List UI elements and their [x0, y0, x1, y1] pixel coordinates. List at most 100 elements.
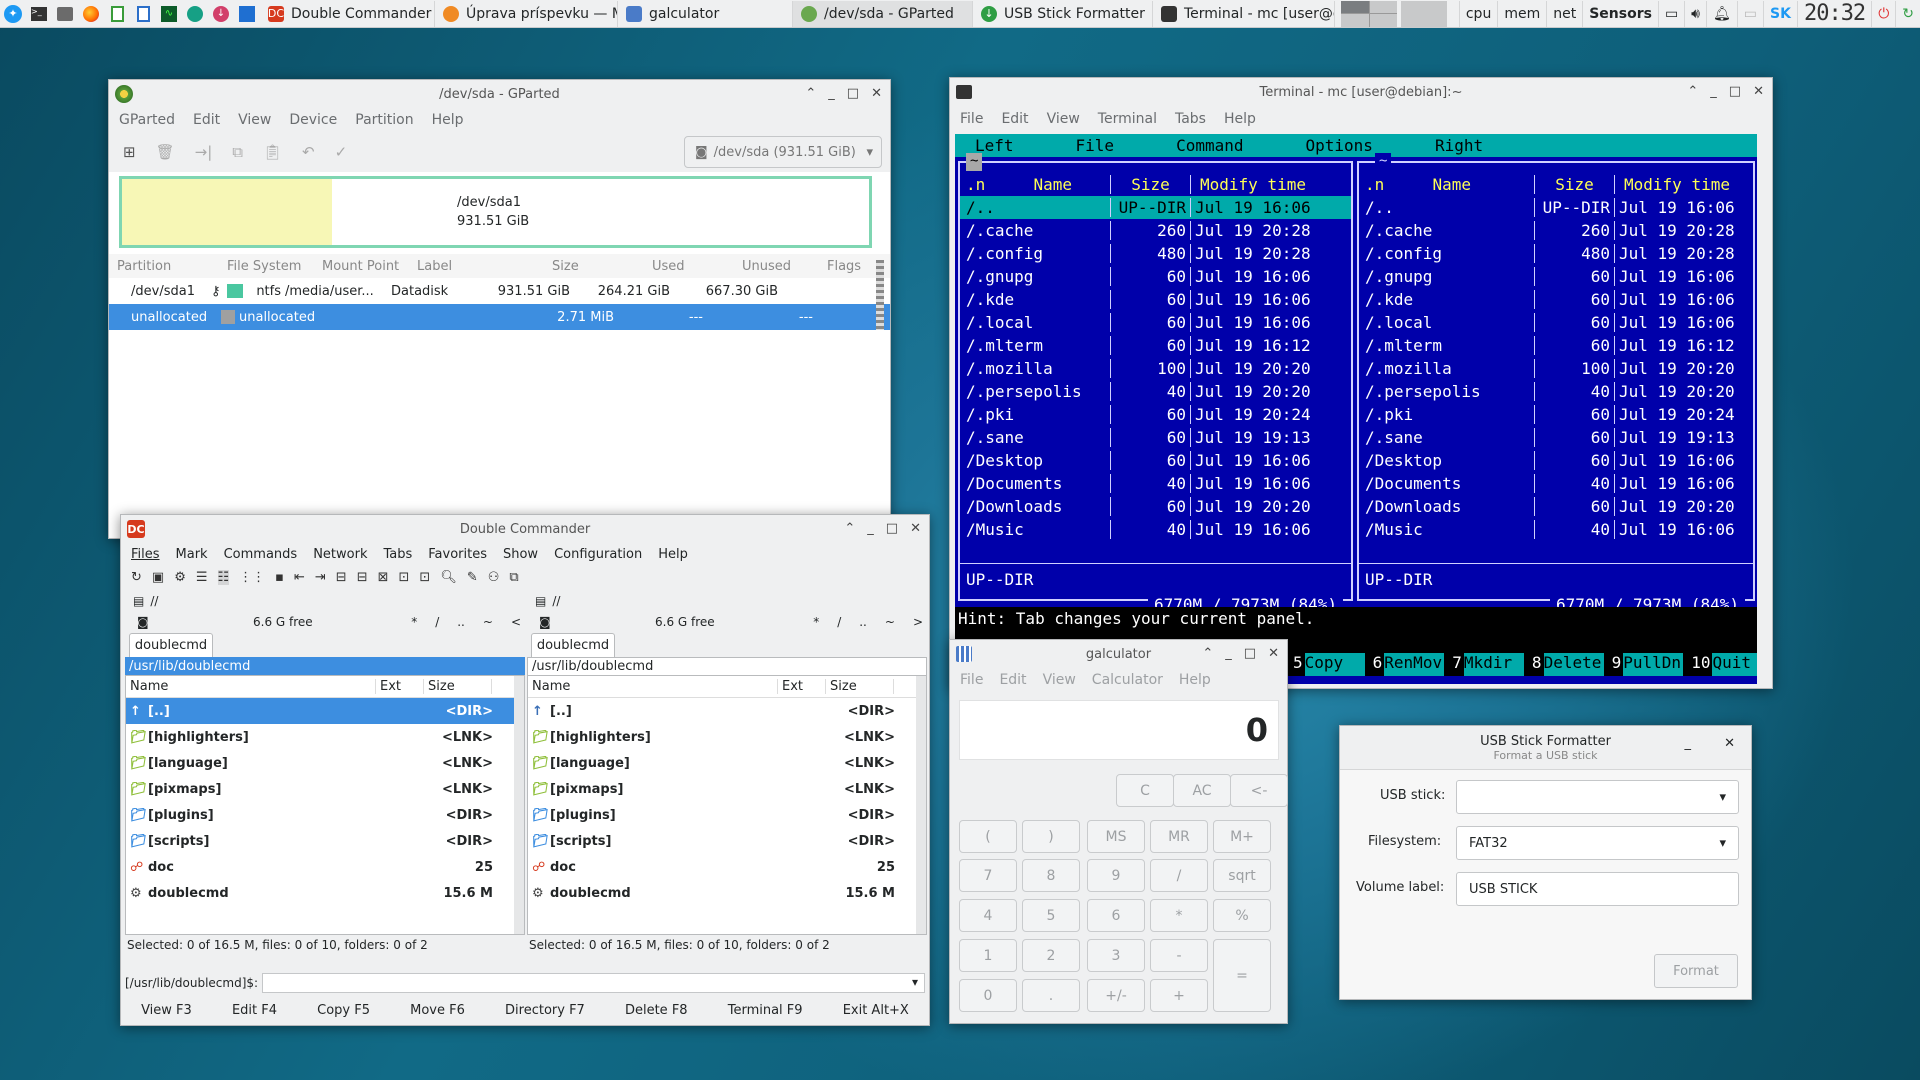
dc-cmd-input[interactable]: ▾: [262, 973, 925, 993]
calc-button-1[interactable]: ): [1022, 820, 1080, 853]
menu-calculator[interactable]: Calculator: [1092, 672, 1163, 688]
task-firefox[interactable]: Úprava príspevku — M...: [435, 0, 618, 27]
close-icon[interactable]: ✕: [1724, 736, 1735, 751]
menu-tabs[interactable]: Tabs: [383, 547, 412, 562]
mc-fkey-8[interactable]: 8 Delete: [1524, 653, 1604, 676]
menu-show[interactable]: Show: [503, 547, 538, 562]
list-item[interactable]: ☍ doc 25: [528, 854, 926, 880]
minimize-icon[interactable]: _: [867, 521, 874, 536]
menu-help[interactable]: Help: [432, 112, 464, 128]
terminal-titlebar[interactable]: Terminal - mc [user@debian]:~ ⌃ _ □ ✕: [950, 78, 1772, 106]
calc-key-3-3[interactable]: +: [1150, 979, 1208, 1012]
calc-key-0-1[interactable]: 8: [1022, 859, 1080, 892]
menu-edit[interactable]: Edit: [1001, 111, 1028, 127]
list-item[interactable]: 📁︎ [plugins] <DIR>: [126, 802, 524, 828]
calc-key-2-1[interactable]: 2: [1022, 939, 1080, 972]
shade-icon[interactable]: ⌃: [1202, 646, 1213, 661]
filemanager-launcher-icon[interactable]: [52, 1, 78, 27]
keyboard-layout[interactable]: SK: [1763, 0, 1797, 27]
dc-titlebar[interactable]: DC Double Commander ⌃ _ □ ✕: [121, 515, 929, 543]
task-usb-formatter[interactable]: ↓ USB Stick Formatter: [973, 0, 1153, 27]
list-item[interactable]: 📁︎ [scripts] <DIR>: [528, 828, 926, 854]
calc-button-4[interactable]: M+: [1213, 820, 1271, 853]
scrollbar[interactable]: [916, 676, 926, 934]
full-view-icon[interactable]: ☷: [217, 569, 230, 585]
calc-key-0-3[interactable]: /: [1150, 859, 1208, 892]
mc-fkey-5[interactable]: 5 Copy: [1285, 653, 1365, 676]
shade-icon[interactable]: ⌃: [1687, 84, 1698, 99]
paste-icon[interactable]: 📋︎: [263, 143, 282, 161]
menu-gparted[interactable]: GParted: [119, 112, 175, 128]
calc-key-1-3[interactable]: *: [1150, 899, 1208, 932]
calc-key-1-1[interactable]: 5: [1022, 899, 1080, 932]
dc-tab[interactable]: doublecmd: [129, 633, 213, 657]
menu-device[interactable]: Device: [289, 112, 337, 128]
new-partition-icon[interactable]: ⊞: [123, 143, 136, 161]
dc-tab[interactable]: doublecmd: [531, 633, 615, 657]
scrollbar[interactable]: [514, 676, 524, 934]
nav-home[interactable]: ~: [885, 615, 895, 629]
flat-view-icon[interactable]: ▪: [275, 570, 284, 585]
shade-icon[interactable]: ⌃: [805, 86, 816, 101]
power-icon[interactable]: ⏻: [1871, 0, 1895, 27]
mc-file-row[interactable]: /.local 60 Jul 19 16:06: [1359, 311, 1753, 334]
task-gparted[interactable]: /dev/sda - GParted: [793, 0, 973, 27]
menu-partition[interactable]: Partition: [355, 112, 413, 128]
nav-root[interactable]: *: [411, 615, 417, 629]
copy-left-icon[interactable]: ⇤: [294, 570, 305, 585]
download-launcher-icon[interactable]: ↓: [208, 1, 234, 27]
mc-file-row[interactable]: /.mlterm 60 Jul 19 16:12: [960, 334, 1351, 357]
mc-fkey-10[interactable]: 10 Quit: [1683, 653, 1757, 676]
nav-back[interactable]: <: [511, 615, 521, 629]
mc-right-panel[interactable]: ~ .n Name Size Modify time /.. UP--DIR Jul…: [1357, 153, 1755, 616]
mc-fkey-7[interactable]: 7 Mkdir: [1444, 653, 1524, 676]
task-double-commander[interactable]: DC Double Commander: [260, 0, 435, 27]
search-icon[interactable]: 🔍︎: [440, 570, 457, 585]
menu-favorites[interactable]: Favorites: [428, 547, 487, 562]
calc-button-3[interactable]: MR: [1150, 820, 1208, 853]
unpack-icon[interactable]: ⊟: [357, 570, 368, 585]
list-item[interactable]: 📁︎ [scripts] <DIR>: [126, 828, 524, 854]
nav-home[interactable]: ~: [483, 615, 493, 629]
resize-move-icon[interactable]: →|: [195, 143, 213, 161]
settings-launcher-icon[interactable]: [182, 1, 208, 27]
mc-fkey-9[interactable]: 9 PullDn: [1604, 653, 1684, 676]
mc-file-row[interactable]: /.persepolis 40 Jul 19 20:20: [1359, 380, 1753, 403]
app-menu-icon[interactable]: ✦: [0, 1, 26, 27]
calc-key-1-2[interactable]: 6: [1087, 899, 1145, 932]
compare-icon[interactable]: ⊡: [399, 570, 410, 585]
list-item[interactable]: ☍ doc 25: [126, 854, 524, 880]
list-item[interactable]: ⚙ doublecmd 15.6 M: [528, 880, 926, 906]
undo-icon[interactable]: ↶: [302, 143, 315, 161]
apply-icon[interactable]: ✓: [335, 143, 348, 161]
volume-icon[interactable]: 🔊︎: [1684, 0, 1706, 27]
copy-right-icon[interactable]: ⇥: [315, 570, 326, 585]
calc-equals-button[interactable]: =: [1213, 939, 1271, 1012]
mc-file-row[interactable]: /.kde 60 Jul 19 16:06: [960, 288, 1351, 311]
mc-menu-file[interactable]: File: [1076, 136, 1115, 155]
mc-left-panel[interactable]: ~ .n Name Size Modify time /.. UP--DIR Jul…: [958, 153, 1353, 616]
list-item[interactable]: ↑ [..] <DIR>: [126, 698, 524, 724]
menu-terminal[interactable]: Terminal: [1098, 111, 1157, 127]
fkey-button-0[interactable]: View F3: [141, 1003, 192, 1018]
list-item[interactable]: 📁︎ [pixmaps] <LNK>: [528, 776, 926, 802]
mc-screen[interactable]: Left File Command Options Right ~ .n Nam…: [955, 134, 1757, 684]
calc-key-1-4[interactable]: %: [1213, 899, 1271, 932]
maximize-icon[interactable]: □: [1729, 84, 1741, 99]
mc-fkey-6[interactable]: 6 RenMov: [1365, 653, 1445, 676]
thumbnail-view-icon[interactable]: ⋮⋮: [239, 570, 265, 585]
fkey-button-6[interactable]: Terminal F9: [728, 1003, 803, 1018]
table-row[interactable]: /dev/sda1 ⚷ ntfs /media/user... Datadisk…: [109, 278, 890, 304]
nav-up[interactable]: ..: [457, 615, 465, 629]
calc-button-2[interactable]: MS: [1087, 820, 1145, 853]
nav-slash[interactable]: /: [837, 615, 841, 629]
menu-file[interactable]: File: [960, 672, 983, 688]
mc-file-row[interactable]: /Music 40 Jul 19 16:06: [960, 518, 1351, 541]
edit-icon[interactable]: ✎: [467, 570, 478, 585]
maximize-icon[interactable]: □: [847, 86, 859, 101]
minimize-icon[interactable]: _: [1710, 84, 1717, 99]
mc-file-row[interactable]: /.. UP--DIR Jul 19 16:06: [1359, 196, 1753, 219]
list-item[interactable]: 📁︎ [pixmaps] <LNK>: [126, 776, 524, 802]
calc-key-2-2[interactable]: 3: [1087, 939, 1145, 972]
nav-root[interactable]: *: [813, 615, 819, 629]
